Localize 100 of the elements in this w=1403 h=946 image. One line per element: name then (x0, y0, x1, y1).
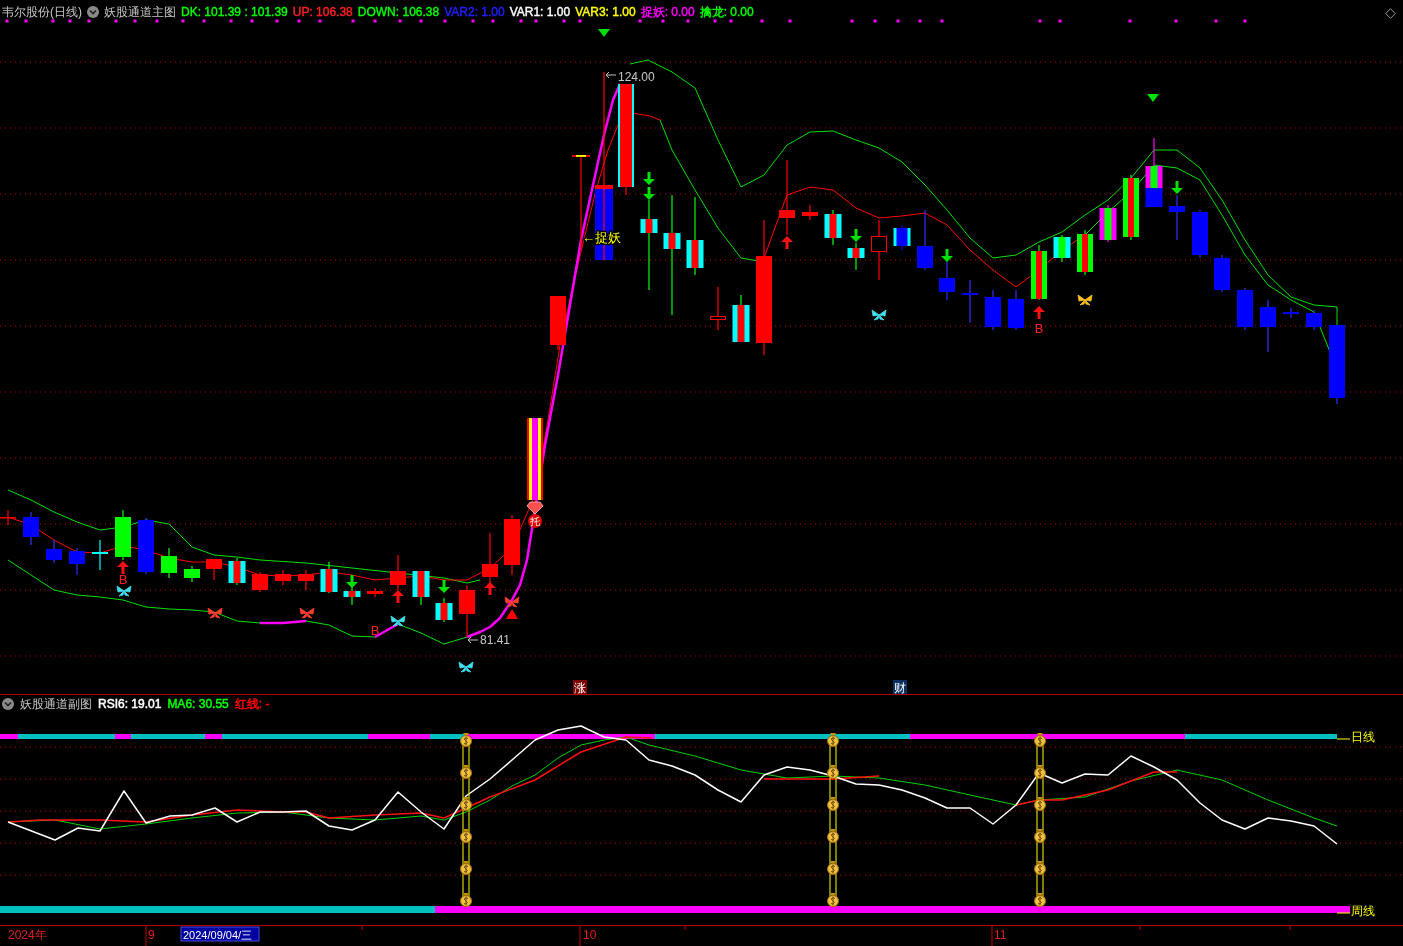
money-bag-icon (460, 861, 472, 875)
trend-label: 周线 (1351, 904, 1375, 918)
buy-mark: B (118, 572, 128, 587)
candlestick (367, 587, 383, 598)
arrow-down-icon (346, 575, 358, 588)
candlestick (962, 279, 978, 324)
candlestick (1123, 174, 1139, 241)
triangle-up-icon (506, 609, 518, 619)
candlestick (1053, 234, 1071, 263)
event-tag: 涨 (573, 680, 587, 694)
money-bag-icon (827, 861, 839, 875)
candlestick (917, 209, 933, 271)
candlestick (1214, 254, 1230, 293)
indicator-readout: DOWN: 106.38 (357, 5, 440, 19)
money-bag-icon (1034, 893, 1046, 907)
indicator-readout: VAR2: 1.00 (444, 5, 505, 19)
cursor-date-label: 2024/09/04/三 (180, 926, 260, 942)
butterfly-icon (871, 309, 887, 321)
money-bag-icon (1034, 765, 1046, 779)
butterfly-icon (458, 661, 474, 673)
year-label: 2024年 (8, 928, 47, 942)
arrow-up-icon (484, 582, 496, 595)
candlestick (252, 571, 268, 593)
candlestick (92, 539, 108, 571)
money-bag-icon (1034, 861, 1046, 875)
money-bag-icon (460, 765, 472, 779)
butterfly-icon (116, 585, 132, 597)
candlestick (412, 570, 430, 606)
candlestick (710, 286, 726, 331)
candlestick (184, 565, 200, 583)
money-bag-icon (460, 733, 472, 747)
arrow-down-icon (941, 249, 953, 262)
month-label: 11 (994, 928, 1007, 942)
indicator-readout: VAR1: 1.00 (509, 5, 571, 19)
money-bag-icon (1034, 733, 1046, 747)
candlestick (161, 547, 177, 579)
diamond-icon[interactable] (1385, 8, 1396, 19)
arrow-down-icon (643, 187, 655, 200)
candlestick (1237, 287, 1253, 331)
buy-mark: B (1034, 321, 1044, 336)
candlestick (46, 539, 62, 564)
leader-arrow-icon (467, 636, 479, 644)
arrow-down-icon (850, 229, 862, 242)
arrow-down-icon (438, 580, 450, 593)
indicator-name: 妖股通道副图 (20, 697, 92, 711)
price-label: 81.41 (480, 633, 511, 647)
arrow-up-icon (1033, 306, 1045, 319)
money-bag-icon (460, 797, 472, 811)
money-bag-icon (460, 829, 472, 843)
month-label: 10 (583, 928, 597, 942)
money-bag-icon (827, 797, 839, 811)
candlestick (459, 584, 475, 638)
arrow-down-icon (1171, 181, 1183, 194)
candlestick (939, 259, 955, 301)
triangle-down-icon (1147, 94, 1159, 102)
candlestick (0, 509, 16, 526)
candlestick (138, 517, 154, 575)
event-tag: 财 (893, 680, 907, 694)
butterfly-icon (299, 607, 315, 619)
arrow-up-icon (117, 561, 129, 574)
indicator-readout: RSI6: 19.01 (98, 697, 162, 711)
chevron-down-icon[interactable] (2, 698, 14, 710)
support-badge: 托 (528, 514, 542, 528)
money-bag-icon (827, 893, 839, 907)
candlestick (23, 511, 39, 546)
indicator-readout: 红线: - (234, 697, 270, 711)
candlestick (871, 219, 887, 281)
butterfly-icon (1077, 294, 1093, 306)
buy-mark: B (370, 623, 380, 638)
money-bag-icon (460, 893, 472, 907)
chevron-down-icon[interactable] (87, 6, 99, 18)
candlestick (275, 569, 291, 586)
candlestick (320, 561, 338, 594)
indicator-readout: VAR3: 1.00 (575, 5, 636, 19)
leader-arrow-icon (605, 71, 617, 79)
candlestick (802, 204, 818, 221)
candlestick (893, 224, 911, 251)
candlestick (824, 209, 842, 246)
candlestick (550, 295, 566, 351)
candlestick (1008, 289, 1024, 331)
candlestick (228, 557, 246, 586)
indicator-readout: MA6: 30.55 (167, 697, 229, 711)
candlestick (298, 569, 314, 591)
candlestick (1283, 307, 1299, 319)
indicator-readout: 擒龙: 0.00 (699, 5, 754, 19)
butterfly-icon (390, 615, 406, 627)
candlestick (115, 509, 131, 561)
money-bag-icon (827, 733, 839, 747)
candlestick (1031, 244, 1047, 301)
arrow-up-icon (781, 236, 793, 249)
candlestick (1099, 204, 1117, 243)
candlestick (69, 547, 85, 576)
candlestick (1077, 229, 1093, 276)
candlestick (390, 554, 406, 591)
triangle-down-icon (598, 29, 610, 37)
candlestick (732, 294, 750, 343)
candlestick (1192, 209, 1208, 259)
trend-label: 日线 (1351, 730, 1375, 744)
indicator-readout: DK: 101.39 : 101.39 (181, 5, 288, 19)
month-label: 9 (148, 928, 155, 942)
